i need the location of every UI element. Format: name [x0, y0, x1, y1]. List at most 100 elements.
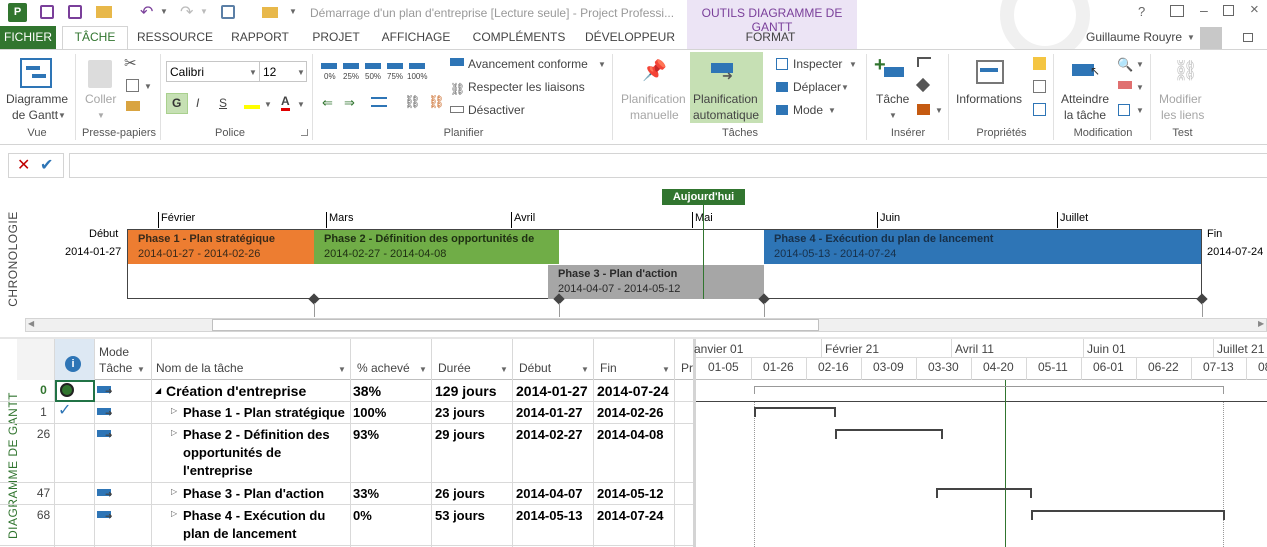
task-duree[interactable]: 26 jours [435, 486, 485, 501]
task-name[interactable]: Création d'entreprise [166, 383, 306, 399]
qat-customize-icon[interactable]: ▼ [289, 7, 297, 16]
timeline-scroll-thumb[interactable] [212, 319, 819, 331]
gantt-chart-icon[interactable] [20, 58, 52, 88]
mode-button[interactable]: Mode [793, 103, 823, 117]
deliverable-icon[interactable] [917, 104, 930, 115]
unlink-icon[interactable]: ⛓ [428, 94, 445, 110]
insert-task-icon[interactable] [884, 67, 904, 77]
manual-schedule-l1[interactable]: Planification [621, 92, 686, 106]
task-name-l1[interactable]: Phase 4 - Exécution du [183, 508, 325, 523]
inspecter-dropdown-icon[interactable]: ▼ [849, 60, 857, 69]
clear-dropdown-icon[interactable]: ▼ [1136, 83, 1144, 92]
timeline-phase-4[interactable]: Phase 4 - Exécution du plan de lancement… [764, 230, 1201, 264]
col-fin[interactable]: Fin [600, 361, 617, 375]
deplacer-dropdown-icon[interactable]: ▼ [841, 83, 849, 92]
information-icon[interactable] [976, 60, 1004, 84]
cancel-icon[interactable]: ✕ [17, 155, 30, 175]
undo-icon[interactable]: ↶ [140, 2, 153, 22]
mode-icon[interactable] [776, 105, 788, 115]
task-name-l3[interactable]: l'entreprise [183, 463, 253, 478]
notes-icon[interactable] [1033, 57, 1046, 70]
indent-icon[interactable]: ⇒ [344, 95, 355, 111]
font-size-dropdown-icon[interactable]: ▼ [297, 68, 305, 77]
col-duree[interactable]: Durée [438, 361, 471, 375]
col-name-filter-icon[interactable]: ▼ [338, 365, 346, 374]
paste-dropdown-icon[interactable]: ▼ [97, 111, 105, 120]
task-pct[interactable]: 100% [353, 405, 386, 420]
manual-schedule-pin-icon[interactable]: 📌 [642, 58, 667, 83]
avatar[interactable] [1200, 27, 1222, 49]
timeline-phase-1[interactable]: Phase 1 - Plan stratégique 2014-01-27 - … [128, 230, 314, 264]
expand-icon[interactable]: ▷ [171, 428, 177, 437]
font-color-dropdown-icon[interactable]: ▼ [297, 100, 305, 109]
gantt-bar-phase-4[interactable] [1031, 510, 1225, 520]
clear-icon[interactable] [1118, 81, 1132, 89]
confirm-icon[interactable]: ✔ [40, 155, 53, 175]
on-track-icon[interactable] [450, 58, 464, 66]
pct-50-icon[interactable] [365, 63, 381, 69]
scroll-to-task-l1[interactable]: Atteindre [1061, 92, 1109, 106]
col-mode-l1[interactable]: Mode [99, 345, 129, 359]
task-pct[interactable]: 93% [353, 427, 379, 442]
task-debut[interactable]: 2014-02-27 [516, 427, 583, 442]
user-name[interactable]: Guillaume Rouyre [1086, 30, 1182, 44]
avancement-dropdown-icon[interactable]: ▼ [598, 60, 606, 69]
gantt-view-button-l2[interactable]: de Gantt [12, 108, 58, 122]
task-duree[interactable]: 129 jours [435, 383, 496, 399]
fill-icon[interactable] [1118, 104, 1130, 116]
link-icon[interactable]: ⛓ [404, 94, 421, 110]
underline-button[interactable]: S [219, 96, 227, 110]
insert-task-button[interactable]: Tâche [876, 92, 909, 106]
pct-100-icon[interactable] [409, 63, 425, 69]
gantt-bar-project[interactable] [754, 386, 1224, 394]
copy-icon[interactable] [126, 79, 139, 92]
avancement-button[interactable]: Avancement conforme [468, 57, 588, 71]
task-name[interactable]: Phase 3 - Plan d'action [183, 486, 324, 501]
col-pr[interactable]: Pr [681, 361, 693, 375]
col-mode-l2[interactable]: Tâche [99, 361, 132, 375]
font-color-icon[interactable]: A [281, 94, 290, 111]
edit-links-l1[interactable]: Modifier [1159, 92, 1202, 106]
task-name-l2[interactable]: plan de lancement [183, 526, 296, 541]
formula-input[interactable] [69, 153, 1267, 178]
find-dropdown-icon[interactable]: ▼ [1136, 60, 1144, 69]
task-pct[interactable]: 0% [353, 508, 372, 523]
save-icon[interactable] [40, 5, 54, 19]
insert-task-dropdown-icon[interactable]: ▼ [889, 111, 897, 120]
inspect-icon[interactable] [776, 58, 788, 70]
scroll-right-icon[interactable]: ▶ [1258, 319, 1264, 328]
task-duree[interactable]: 23 jours [435, 405, 485, 420]
task-debut[interactable]: 2014-01-27 [516, 405, 583, 420]
restore-icon[interactable] [1223, 5, 1234, 16]
tab-ressource[interactable]: RESSOURCE [133, 26, 217, 49]
redo-dropdown-icon[interactable]: ▼ [200, 7, 208, 16]
summary-icon[interactable] [917, 57, 931, 67]
help-icon[interactable]: ? [1138, 4, 1145, 19]
split-task-icon[interactable] [371, 97, 387, 107]
copy-dropdown-icon[interactable]: ▼ [144, 82, 152, 91]
gantt-bar-phase-2[interactable] [835, 429, 943, 439]
font-dialog-launcher-icon[interactable] [301, 129, 308, 136]
pct-75-icon[interactable] [387, 63, 403, 69]
task-name-l2[interactable]: opportunités de [183, 445, 281, 460]
select-all-corner[interactable] [17, 339, 54, 380]
col-pct[interactable]: % achevé [357, 361, 410, 375]
pct-0-icon[interactable] [321, 63, 337, 69]
gantt-bar-phase-3[interactable] [936, 488, 1032, 498]
tab-complements[interactable]: COMPLÉMENTS [466, 26, 572, 49]
task-debut[interactable]: 2014-01-27 [516, 383, 588, 399]
gantt-view-button-l1[interactable]: Diagramme [6, 92, 68, 106]
edit-links-l2[interactable]: les liens [1161, 108, 1204, 122]
col-debut-filter-icon[interactable]: ▼ [581, 365, 589, 374]
task-debut[interactable]: 2014-04-07 [516, 486, 583, 501]
col-fin-filter-icon[interactable]: ▼ [662, 365, 670, 374]
collapse-icon[interactable]: ◢ [155, 386, 161, 395]
task-name[interactable]: Phase 1 - Plan stratégique [183, 405, 345, 420]
add-to-timeline-icon[interactable] [1033, 103, 1046, 116]
find-icon[interactable]: 🔍 [1117, 57, 1133, 73]
tab-format[interactable]: FORMAT [733, 26, 808, 49]
scroll-to-task-l2[interactable]: la tâche [1064, 108, 1106, 122]
col-name[interactable]: Nom de la tâche [156, 361, 243, 375]
task-fin[interactable]: 2014-07-24 [597, 383, 669, 399]
tab-affichage[interactable]: AFFICHAGE [376, 26, 456, 49]
